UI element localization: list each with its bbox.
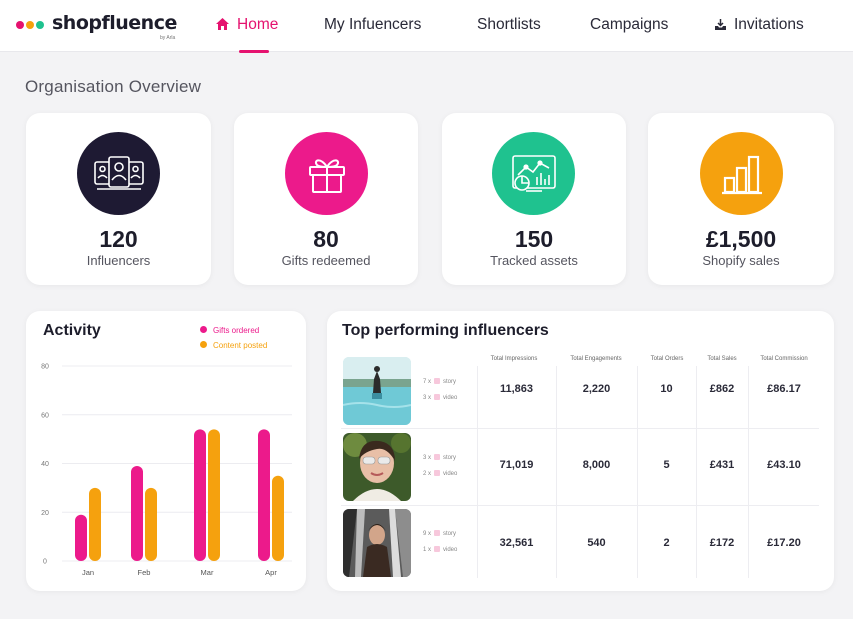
post-count: 7 x <box>423 379 432 385</box>
cell-engagements: 2,220 <box>582 383 611 395</box>
influencer-photo-street <box>343 509 411 577</box>
legend-label: Gifts ordered <box>213 326 260 335</box>
story-icon <box>434 378 441 384</box>
cell-impressions: 71,019 <box>499 459 534 471</box>
column-header-impressions: Total Impressions <box>490 356 538 362</box>
cell-commission: £17.20 <box>767 537 801 549</box>
nav-active-indicator <box>239 50 269 53</box>
stat-label: Gifts redeemed <box>281 253 371 268</box>
legend-content-posted[interactable]: Content posted <box>200 341 267 350</box>
inbox-icon <box>715 19 726 30</box>
video-icon <box>434 394 441 400</box>
stat-card-shopify-sales[interactable]: £1,500 Shopify sales <box>648 113 834 285</box>
logo-dots <box>16 21 44 29</box>
logo-dot-orange <box>26 21 34 29</box>
influencer-photo-pool <box>343 357 411 425</box>
cell-impressions: 32,561 <box>499 537 534 549</box>
post-count: 3 x <box>423 455 432 461</box>
post-count-video: 1 x video <box>423 546 457 553</box>
influencers-icon <box>93 155 144 190</box>
post-count-story: 9 x story <box>423 530 456 537</box>
cell-sales: £862 <box>709 383 735 395</box>
nav-invitations-label: Invitations <box>734 16 804 33</box>
stat-value: £1,500 <box>705 226 777 252</box>
stat-value: 80 <box>313 226 339 252</box>
bar-chart-icon <box>721 155 762 194</box>
post-count: 3 x <box>423 395 432 401</box>
cell-sales: £431 <box>709 459 735 471</box>
logo-dot-green <box>36 21 44 29</box>
row-divider <box>341 505 819 506</box>
nav-home-label: Home <box>237 16 279 33</box>
video-icon <box>434 546 441 552</box>
stat-value: 150 <box>514 226 554 252</box>
influencer-photo-portrait <box>343 433 411 501</box>
stat-circle <box>285 132 368 215</box>
post-count: 1 x <box>423 547 432 553</box>
stat-value: 120 <box>99 226 138 252</box>
column-header-engagements: Total Engagements <box>570 356 622 362</box>
cell-commission: £43.10 <box>767 459 801 471</box>
cell-sales: £172 <box>709 537 735 549</box>
influencer-thumbnail[interactable] <box>343 433 411 501</box>
stat-label: Tracked assets <box>490 253 578 268</box>
stat-card-influencers[interactable]: 120 Influencers <box>26 113 211 285</box>
brand-name: shopfluence <box>52 12 177 34</box>
post-count: 2 x <box>423 471 432 477</box>
nav-my-influencers[interactable]: My Infuencers <box>324 16 421 34</box>
logo-dot-pink <box>16 21 24 29</box>
brand-tagline: by Arla <box>160 35 176 41</box>
stat-circle <box>77 132 160 215</box>
post-count-video: 3 x video <box>423 394 457 401</box>
cell-orders: 5 <box>663 459 670 471</box>
post-type: video <box>443 547 458 553</box>
story-icon <box>434 530 441 536</box>
post-type: story <box>443 455 457 461</box>
legend-dot <box>200 326 207 333</box>
nav-shortlists[interactable]: Shortlists <box>477 16 541 34</box>
page-title: Organisation Overview <box>25 77 202 96</box>
cell-engagements: 540 <box>587 537 606 549</box>
cell-orders: 10 <box>660 383 673 395</box>
post-count-story: 7 x story <box>423 378 456 385</box>
analytics-icon <box>511 154 556 192</box>
video-icon <box>434 470 441 476</box>
activity-panel <box>26 311 306 591</box>
post-count-video: 2 x video <box>423 470 457 477</box>
stat-label: Shopify sales <box>702 253 780 268</box>
influencer-thumbnail[interactable] <box>343 509 411 577</box>
post-count-story: 3 x story <box>423 454 456 461</box>
post-type: story <box>443 531 457 537</box>
stat-circle <box>492 132 575 215</box>
post-type: video <box>443 395 458 401</box>
nav-campaigns[interactable]: Campaigns <box>590 16 668 34</box>
column-header-commission: Total Commission <box>760 356 808 362</box>
gift-icon <box>308 158 345 193</box>
cell-orders: 2 <box>663 537 670 549</box>
activity-title: Activity <box>43 322 101 339</box>
top-influencers-title: Top performing influencers <box>342 322 549 339</box>
top-navigation-bar: shopfluence by Arla Home My Infuencers S… <box>0 0 853 53</box>
nav-invitations[interactable]: Invitations <box>714 16 804 34</box>
stat-card-tracked-assets[interactable]: 150 Tracked assets <box>442 113 626 285</box>
legend-dot <box>200 341 207 348</box>
cell-engagements: 8,000 <box>582 459 611 471</box>
post-count: 9 x <box>423 531 432 537</box>
home-icon <box>216 18 229 30</box>
post-type: story <box>443 379 457 385</box>
column-header-orders: Total Orders <box>650 356 684 362</box>
post-type: video <box>443 471 458 477</box>
stat-label: Influencers <box>86 253 151 268</box>
legend-label: Content posted <box>213 341 268 350</box>
cell-impressions: 11,863 <box>499 383 534 395</box>
legend-gifts-ordered[interactable]: Gifts ordered <box>200 326 259 335</box>
stat-circle <box>700 132 783 215</box>
stat-card-gifts[interactable]: 80 Gifts redeemed <box>234 113 418 285</box>
column-header-sales: Total Sales <box>707 356 737 362</box>
influencer-thumbnail[interactable] <box>343 357 411 425</box>
nav-home[interactable]: Home <box>215 16 278 34</box>
row-divider <box>341 428 819 429</box>
story-icon <box>434 454 441 460</box>
cell-commission: £86.17 <box>767 383 801 395</box>
